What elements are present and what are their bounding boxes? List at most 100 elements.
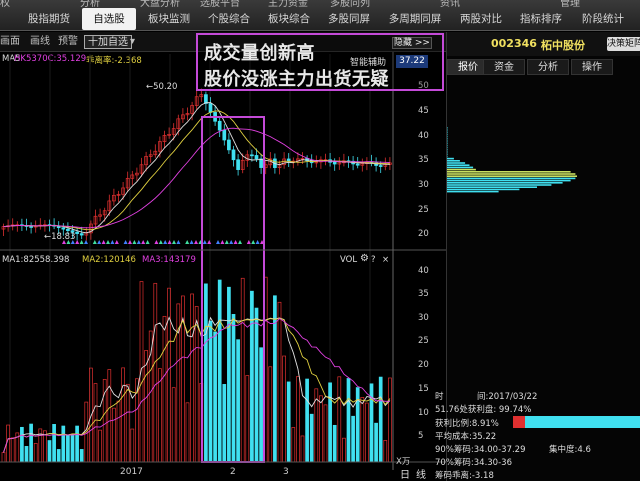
signal-arrow xyxy=(216,240,220,244)
price-tick: 30 xyxy=(418,180,429,190)
profit-bar-red xyxy=(513,416,525,428)
chip-bar xyxy=(447,186,537,188)
price-ma-lines xyxy=(3,102,390,234)
signal-arrow xyxy=(123,240,128,244)
volume-bar-up xyxy=(388,377,392,463)
chip-bar xyxy=(447,157,454,160)
chip-bar xyxy=(447,140,448,142)
volume-bar-down xyxy=(47,440,52,463)
volume-bar-up xyxy=(112,407,116,463)
volume-bar-up xyxy=(144,350,148,463)
chip-bar xyxy=(447,131,448,133)
volume-bar-up xyxy=(1,452,6,463)
candle-down xyxy=(227,139,231,151)
chip-bar xyxy=(447,146,448,149)
signal-arrow xyxy=(224,240,229,244)
signal-arrow xyxy=(185,240,190,244)
candle-down xyxy=(254,155,259,160)
chip-bar xyxy=(447,135,448,138)
signal-arrow xyxy=(176,240,181,244)
vol-tick: 15 xyxy=(418,384,429,394)
chip-concentration: 集中度:4.6 xyxy=(549,445,591,455)
menu-item[interactable]: 管理 xyxy=(560,0,580,8)
signal-arrow xyxy=(238,240,242,244)
period-day-button[interactable]: 日 xyxy=(400,466,410,481)
chip-time-label: 时 xyxy=(435,392,444,402)
candle-down xyxy=(332,161,337,165)
volume-bar-down xyxy=(328,382,332,463)
hide-panel-button[interactable]: 隐藏 >> xyxy=(392,37,432,49)
volume-bar-up xyxy=(319,395,323,463)
candle-down xyxy=(56,225,61,229)
signal-arrow xyxy=(158,240,163,244)
profit-bar-cyan xyxy=(525,416,640,428)
chip-bar xyxy=(447,168,476,171)
signal-arrow xyxy=(132,240,137,244)
volume-bar-down xyxy=(273,295,277,463)
volume-bar-up xyxy=(130,428,135,463)
current-price-badge: 37.22 xyxy=(396,55,428,68)
price-ma-line xyxy=(3,102,390,234)
volume-bar-down xyxy=(369,383,374,463)
settings-icon[interactable]: ⚙ xyxy=(360,253,369,264)
chip-time-value: 间:2017/03/22 xyxy=(477,392,538,402)
volume-bar-down xyxy=(309,413,314,463)
x-axis-label: 3 xyxy=(283,467,289,477)
volume-bar-down xyxy=(259,347,263,463)
volume-bar-up xyxy=(245,375,250,463)
chip-bar xyxy=(447,162,466,164)
chip-bar xyxy=(447,166,474,169)
volume-bar-down xyxy=(61,425,66,463)
tab-indicator-sort[interactable]: 指标排序 xyxy=(514,8,568,30)
signal-arrow xyxy=(172,240,176,244)
chip-bar xyxy=(447,142,448,144)
chip-bars xyxy=(447,127,577,193)
high-price-label: ←50.20 xyxy=(146,82,178,92)
vol-tick: 30 xyxy=(418,313,429,323)
volume-bar-up xyxy=(6,424,10,463)
candle-down xyxy=(250,154,254,157)
signal-arrow xyxy=(114,240,119,244)
smart-assist-label[interactable]: 智能辅助 xyxy=(350,55,386,68)
volume-bar-down xyxy=(254,307,259,463)
volume-bar-down xyxy=(29,423,33,463)
volume-bar-down xyxy=(75,425,79,463)
volume-bar-up xyxy=(383,440,388,463)
signal-arrow xyxy=(97,240,102,244)
volume-bar-down xyxy=(231,314,236,463)
volume-bar-down xyxy=(208,320,213,463)
candle-down xyxy=(378,165,383,167)
volume-bar-up xyxy=(171,387,176,463)
tab-stage-stats[interactable]: 阶段统计 xyxy=(576,8,630,30)
vol-tick: 5 xyxy=(418,431,424,441)
volume-bar-down xyxy=(236,339,240,463)
vol-tick: 25 xyxy=(418,336,429,346)
chip-skew: 筹码乖离:-3.18 xyxy=(435,471,494,481)
candle-down xyxy=(259,158,263,168)
close-icon[interactable]: × xyxy=(382,255,389,265)
candle-down xyxy=(355,163,360,166)
volume-bar-down xyxy=(66,434,70,463)
volume-bar-up xyxy=(323,404,328,463)
signal-arrow xyxy=(251,240,256,244)
signal-arrow xyxy=(154,240,159,244)
volume-bar-up xyxy=(10,437,15,463)
chip-bar xyxy=(447,177,576,180)
help-icon[interactable]: ? xyxy=(371,255,376,265)
signal-arrow xyxy=(84,240,88,244)
callout-line-1: 成交量创新高 xyxy=(204,43,315,64)
price-ma-line xyxy=(3,110,390,231)
chip-bar xyxy=(447,164,470,166)
volume-bar-up xyxy=(116,400,121,463)
vol-tick: 40 xyxy=(418,266,429,276)
x-axis-label: 2017 xyxy=(120,467,143,477)
tab-compare[interactable]: 两股对比 xyxy=(455,8,507,30)
volume-bar-up xyxy=(190,293,194,463)
volume-bar-down xyxy=(332,424,337,463)
volume-bar-down xyxy=(204,283,208,463)
volume-bar-up xyxy=(125,383,130,463)
period-line-button[interactable]: 线 xyxy=(416,466,426,481)
volume-bar-down xyxy=(250,290,254,463)
volume-bar-up xyxy=(93,383,98,463)
signal-arrow xyxy=(255,240,260,244)
